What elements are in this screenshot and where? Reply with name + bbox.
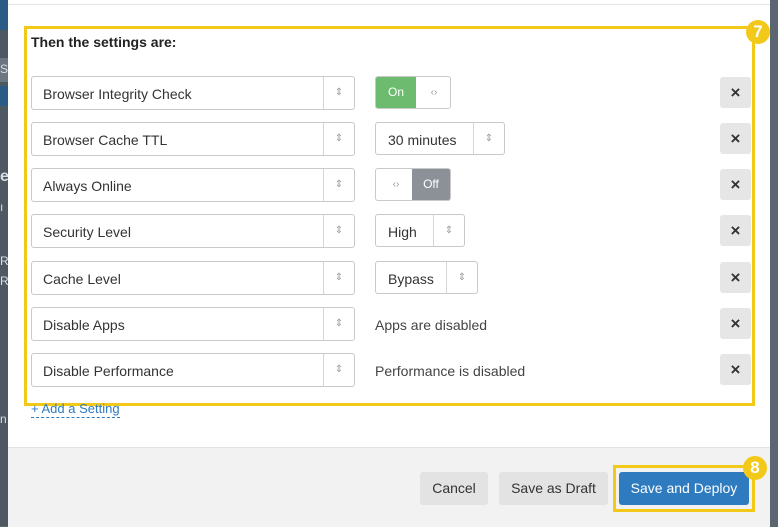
deploy-highlight (613, 465, 755, 512)
add-setting-link[interactable]: + Add a Setting (31, 401, 120, 418)
setting-select-always-online[interactable]: Always Online ⇕ (31, 168, 355, 202)
select-arrows-icon: ⇕ (323, 308, 354, 340)
remove-setting-button[interactable]: × (720, 169, 751, 200)
select-arrows-icon: ⇕ (446, 262, 477, 293)
remove-setting-button[interactable]: × (720, 77, 751, 108)
setting-select-label: Always Online (43, 178, 132, 194)
value-select-label: 30 minutes (388, 132, 457, 148)
settings-heading: Then the settings are: (31, 34, 177, 50)
select-arrows-icon: ⇕ (433, 215, 464, 246)
setting-select-disable-performance[interactable]: Disable Performance ⇕ (31, 353, 355, 387)
disable-performance-status: Performance is disabled (375, 363, 526, 379)
toggle-grip-icon: ‹› (430, 87, 438, 98)
security-level-select[interactable]: High ⇕ (375, 214, 465, 247)
background-text: R (0, 254, 8, 268)
background-page: S e ı R R n (0, 0, 8, 526)
remove-setting-button[interactable]: × (720, 262, 751, 293)
always-online-toggle[interactable]: ‹› Off (375, 168, 451, 201)
remove-setting-button[interactable]: × (720, 354, 751, 385)
cache-level-select[interactable]: Bypass ⇕ (375, 261, 478, 294)
select-arrows-icon: ⇕ (323, 123, 354, 155)
step-badge-7: 7 (746, 20, 770, 44)
browser-cache-ttl-select[interactable]: 30 minutes ⇕ (375, 122, 505, 155)
setting-select-browser-cache-ttl[interactable]: Browser Cache TTL ⇕ (31, 122, 355, 156)
remove-setting-button[interactable]: × (720, 215, 751, 246)
modal-divider (8, 4, 770, 5)
toggle-grip-icon: ‹› (392, 179, 400, 190)
setting-select-label: Browser Cache TTL (43, 132, 168, 148)
setting-select-disable-apps[interactable]: Disable Apps ⇕ (31, 307, 355, 341)
setting-select-label: Disable Performance (43, 363, 174, 379)
select-arrows-icon: ⇕ (323, 262, 354, 294)
disable-apps-status: Apps are disabled (375, 317, 488, 333)
setting-select-label: Security Level (43, 224, 131, 240)
background-page-right (770, 0, 778, 526)
save-as-draft-button[interactable]: Save as Draft (499, 472, 608, 505)
setting-select-label: Cache Level (43, 271, 121, 287)
background-blue-bar (0, 86, 8, 106)
remove-setting-button[interactable]: × (720, 123, 751, 154)
value-select-label: Bypass (388, 271, 434, 287)
select-arrows-icon: ⇕ (473, 123, 504, 154)
background-text: R (0, 274, 8, 288)
toggle-off-state: Off (412, 169, 450, 200)
background-header (0, 0, 8, 30)
cancel-button[interactable]: Cancel (420, 472, 488, 505)
setting-select-browser-integrity-check[interactable]: Browser Integrity Check ⇕ (31, 76, 355, 110)
browser-integrity-check-toggle[interactable]: On ‹› (375, 76, 451, 109)
select-arrows-icon: ⇕ (323, 77, 354, 109)
select-arrows-icon: ⇕ (323, 169, 354, 201)
background-text: n (0, 412, 7, 426)
setting-select-label: Browser Integrity Check (43, 86, 192, 102)
value-select-label: High (388, 224, 417, 240)
remove-setting-button[interactable]: × (720, 308, 751, 339)
background-text: ı (0, 200, 4, 214)
background-text: e (0, 168, 8, 185)
toggle-on-state: On (376, 77, 416, 108)
select-arrows-icon: ⇕ (323, 215, 354, 247)
step-badge-8: 8 (743, 456, 767, 480)
setting-select-label: Disable Apps (43, 317, 125, 333)
select-arrows-icon: ⇕ (323, 354, 354, 386)
background-text: S (0, 62, 8, 76)
setting-select-security-level[interactable]: Security Level ⇕ (31, 214, 355, 248)
setting-select-cache-level[interactable]: Cache Level ⇕ (31, 261, 355, 295)
